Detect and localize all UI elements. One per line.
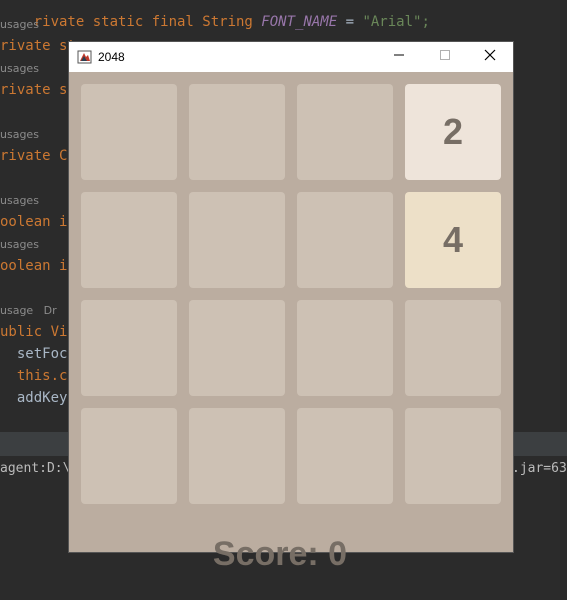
tile xyxy=(189,300,285,396)
minimize-button[interactable] xyxy=(376,42,422,72)
tile xyxy=(297,84,393,180)
tile: 2 xyxy=(405,84,501,180)
code-line: rivate st xyxy=(0,82,76,98)
code-line: setFoc xyxy=(0,346,68,362)
close-icon xyxy=(483,48,497,67)
usages-hint: usages xyxy=(0,194,39,207)
usages-hint: usages xyxy=(0,128,39,141)
java-app-icon xyxy=(77,49,93,65)
code-line: rivate st xyxy=(0,38,76,54)
tile xyxy=(189,192,285,288)
minimize-icon xyxy=(393,48,405,66)
tile xyxy=(405,408,501,504)
code-line: rivate Co xyxy=(0,148,76,164)
usages-hint: usages xyxy=(0,62,39,75)
tile xyxy=(81,408,177,504)
console-text-left: agent:D:\ xyxy=(0,461,71,476)
title-bar[interactable]: 2048 xyxy=(69,42,513,72)
code-line: oolean is xyxy=(0,258,76,274)
code-constant: FONT_NAME xyxy=(261,14,338,30)
tile xyxy=(81,300,177,396)
tile: 4 xyxy=(405,192,501,288)
tile xyxy=(81,84,177,180)
tile xyxy=(189,408,285,504)
close-button[interactable] xyxy=(467,42,513,72)
usages-hint: usage Dr xyxy=(0,304,57,317)
code-text: rivate static final String xyxy=(33,14,262,30)
code-string: "Arial"; xyxy=(362,14,430,30)
usages-hint: usages xyxy=(0,18,39,31)
code-line: addKey xyxy=(0,390,68,406)
code-operator: = xyxy=(337,14,363,30)
tile xyxy=(81,192,177,288)
tile xyxy=(297,192,393,288)
tile xyxy=(297,300,393,396)
game-board[interactable]: 2 4 Score: 0 xyxy=(69,72,513,573)
window-title: 2048 xyxy=(98,50,125,64)
maximize-button[interactable] xyxy=(422,42,468,72)
code-line: oolean is xyxy=(0,214,76,230)
console-text-right: .jar=63 xyxy=(512,461,567,476)
tile xyxy=(297,408,393,504)
code-line: this.c xyxy=(0,368,68,384)
tile xyxy=(189,84,285,180)
code-line: ublic Vie xyxy=(0,324,76,340)
tile xyxy=(405,300,501,396)
game-window: 2048 2 4 Score: 0 xyxy=(69,42,513,573)
usages-hint: usages xyxy=(0,238,39,251)
maximize-icon xyxy=(439,48,451,66)
score-label: Score: 0 xyxy=(212,535,348,573)
